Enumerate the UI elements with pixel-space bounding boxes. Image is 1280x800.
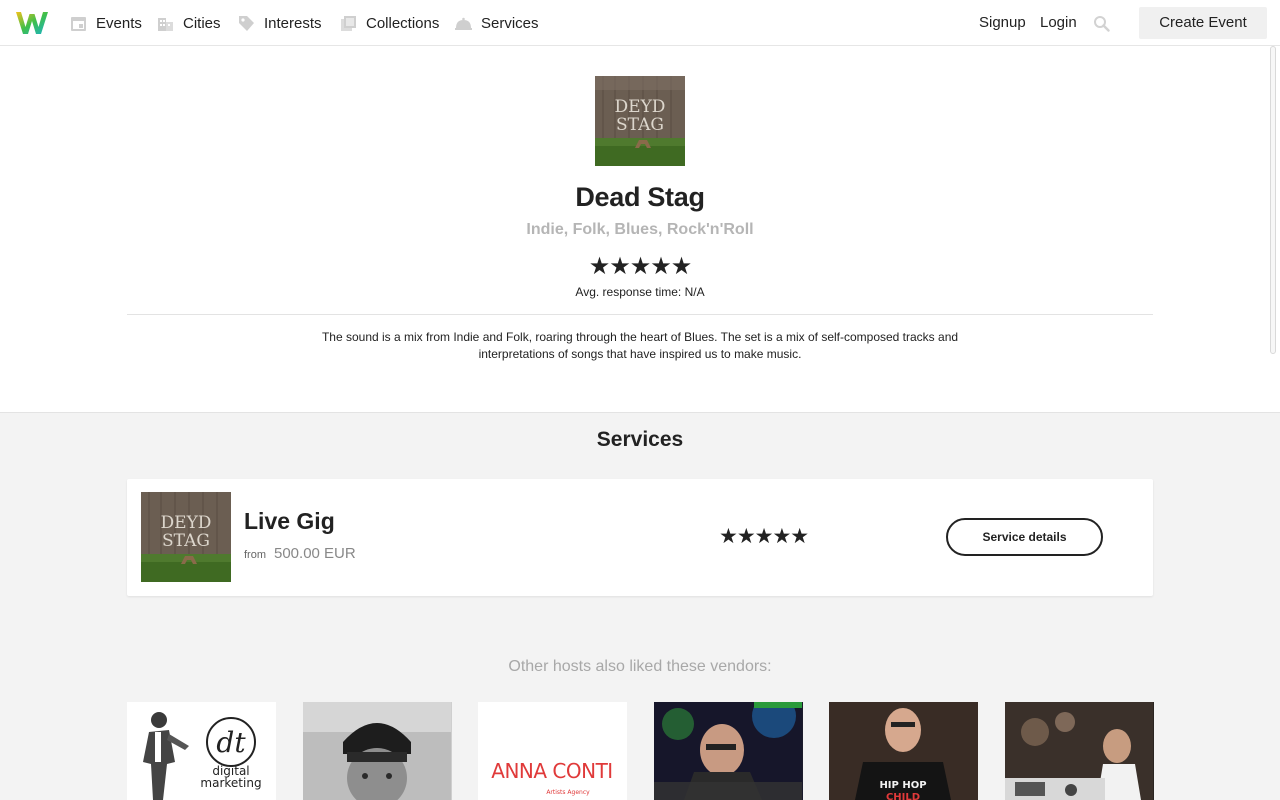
hiphop-shirt-line1: HIP HOP bbox=[879, 780, 926, 791]
avg-response-time: Avg. response time: N/A bbox=[575, 285, 705, 299]
services-title: Services bbox=[596, 428, 684, 451]
calendar-icon bbox=[71, 16, 86, 31]
nav-collections-label: Collections bbox=[366, 14, 440, 32]
service-details-button[interactable]: Service details bbox=[946, 518, 1103, 556]
nav-services-label: Services bbox=[481, 14, 539, 32]
logo-text-line2: STAG bbox=[616, 115, 664, 135]
vendor-description: The sound is a mix from Indie and Folk, … bbox=[321, 330, 959, 361]
vendor-card-dt-digital-marketing[interactable]: dt digital marketing bbox=[127, 702, 276, 800]
liked-vendors-title: Other hosts also liked these vendors: bbox=[508, 658, 772, 675]
nav-cities-label: Cities bbox=[183, 14, 221, 32]
vendor-card-hiphop-portrait[interactable]: HIP HOP CHILD bbox=[829, 702, 978, 800]
vendor-card-dj-party[interactable] bbox=[1005, 702, 1154, 800]
service-name[interactable]: Live Gig bbox=[244, 508, 335, 535]
nav-services[interactable]: Services bbox=[455, 12, 539, 34]
vendor-avatar: DEYD STAG bbox=[595, 76, 685, 166]
service-card: DEYD STAG Live Gig from 500.00 EUR ★★★★★… bbox=[127, 479, 1153, 596]
price-amount: 500.00 EUR bbox=[274, 545, 356, 562]
nav-collections[interactable]: Collections bbox=[340, 12, 439, 34]
login-link[interactable]: Login bbox=[1040, 12, 1077, 34]
top-navigation-bar: Events Cities Interests Collections Serv… bbox=[0, 0, 1280, 46]
vendor-card-dj-club[interactable] bbox=[654, 702, 803, 800]
vendor-card-anna-conti[interactable]: ANNA CONTI Artists Agency bbox=[478, 702, 627, 800]
nav-interests-label: Interests bbox=[264, 14, 322, 32]
vendor-card-beanie-portrait[interactable] bbox=[303, 702, 452, 800]
dt-line3: marketing bbox=[200, 776, 261, 790]
site-logo[interactable] bbox=[15, 9, 49, 37]
vendor-genres: Indie, Folk, Blues, Rock'n'Roll bbox=[526, 221, 754, 238]
create-event-button[interactable]: Create Event bbox=[1139, 7, 1267, 39]
divider bbox=[127, 314, 1153, 315]
nav-events-label: Events bbox=[96, 14, 142, 32]
nav-interests[interactable]: Interests bbox=[238, 12, 322, 34]
cloche-icon bbox=[455, 17, 472, 30]
anna-conti-subtitle: Artists Agency bbox=[546, 789, 590, 796]
thumb-text-line1: DEYD bbox=[161, 513, 212, 533]
nav-events[interactable]: Events bbox=[70, 12, 142, 34]
service-price: from 500.00 EUR bbox=[244, 545, 356, 562]
anna-conti-wordmark: ANNA CONTI bbox=[491, 759, 612, 783]
tag-icon bbox=[239, 15, 254, 31]
dt-monogram: dt bbox=[216, 726, 246, 759]
hiphop-shirt-line2: CHILD bbox=[886, 792, 920, 800]
thumb-text-line2: STAG bbox=[162, 531, 210, 551]
search-icon[interactable] bbox=[1093, 15, 1110, 32]
nav-cities[interactable]: Cities bbox=[157, 12, 221, 34]
service-thumbnail[interactable]: DEYD STAG bbox=[141, 492, 231, 582]
vendor-rating-stars: ★★★★★ bbox=[588, 253, 693, 280]
logo-text-line1: DEYD bbox=[615, 97, 666, 117]
building-icon bbox=[158, 17, 173, 31]
signup-link[interactable]: Signup bbox=[979, 12, 1026, 34]
vendor-name: Dead Stag bbox=[575, 182, 705, 212]
collection-icon bbox=[341, 15, 356, 31]
price-from-label: from bbox=[244, 549, 266, 561]
service-rating-stars: ★★★★★ bbox=[719, 525, 809, 548]
